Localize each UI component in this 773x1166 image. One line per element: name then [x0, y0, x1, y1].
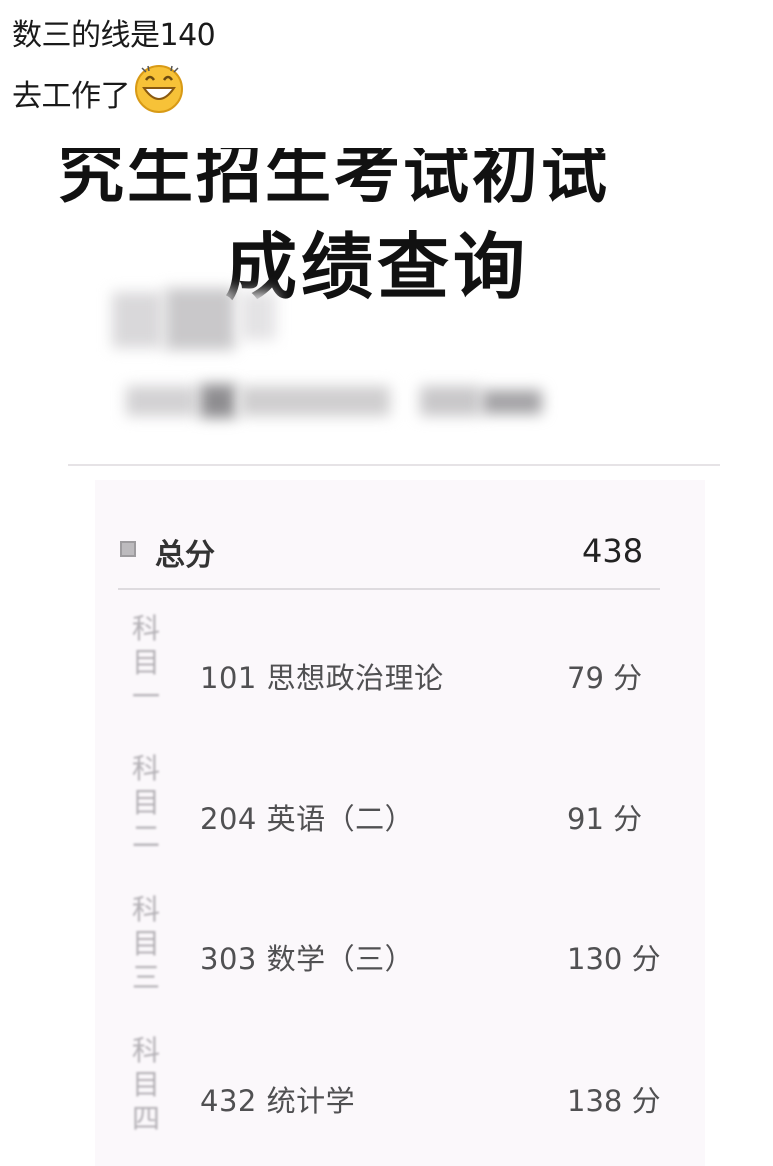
subject-score: 91 分: [567, 802, 643, 836]
subject-side-label: 科目一: [131, 612, 160, 713]
caption-line-2: 去工作了: [12, 65, 186, 120]
subject-name: 101 思想政治理论: [200, 661, 444, 695]
subject-side-label: 科目二: [131, 752, 160, 853]
subject-score: 130 分: [567, 942, 661, 976]
caption-line-1: 数三的线是140: [12, 18, 216, 53]
total-label: 总分: [155, 538, 215, 573]
subject-score: 138 分: [567, 1084, 661, 1118]
page-title-line-1: 究生招生考试初试: [58, 135, 610, 212]
grinning-face-emoji-icon: [132, 60, 186, 114]
subject-name: 303 数学（三）: [200, 942, 415, 976]
subject-side-label: 科目三: [131, 893, 160, 994]
subject-name: 204 英语（二）: [200, 802, 415, 836]
caption-line-2-text: 去工作了: [12, 79, 131, 114]
subject-side-label: 科目四: [131, 1034, 160, 1135]
total-divider: [118, 588, 660, 590]
header-divider: [68, 464, 720, 466]
total-value: 438: [582, 532, 644, 570]
total-row: 总分 438: [120, 528, 660, 578]
subject-score: 79 分: [567, 661, 643, 695]
square-bullet-icon: [120, 541, 136, 557]
subject-name: 432 统计学: [200, 1084, 356, 1118]
